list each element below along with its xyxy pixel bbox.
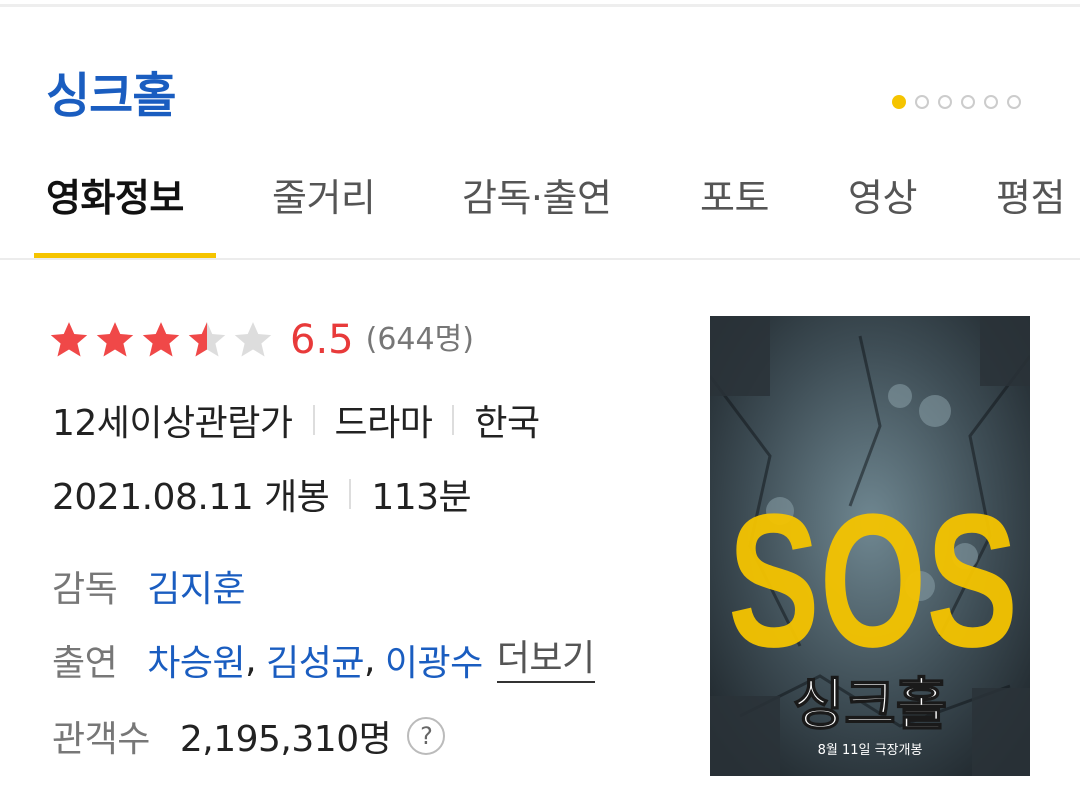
movie-poster[interactable]: SOS 싱크홀 8월 11일 극장개봉 [710,316,1030,776]
carousel-dot[interactable] [1007,95,1021,109]
cast-link[interactable]: 이광수 [385,634,483,686]
carousel-indicator [892,95,1021,109]
director-link[interactable]: 김지훈 [147,560,245,612]
carousel-dot[interactable] [938,95,952,109]
top-divider [0,4,1080,7]
director-row: 감독 김지훈 [52,558,246,614]
separator [349,479,352,509]
tab-cast[interactable]: 감독·출연 [462,168,612,228]
star-full-icon [50,322,88,357]
more-link[interactable]: 더보기 [496,637,595,683]
info-row-release: 2021.08.11 개봉 113분 [52,466,472,522]
movie-title: 싱크홀 [46,68,176,124]
audience-label: 관객수 [52,719,150,760]
star-rating [48,319,274,361]
rating-count: (644명) [365,322,474,357]
runtime: 113분 [371,477,472,518]
star-half-icon [188,322,226,357]
star-full-icon [96,322,134,357]
tab-plot[interactable]: 줄거리 [272,168,376,228]
star-empty-icon [234,322,272,357]
separator [312,405,315,435]
tabs-divider [0,258,1080,260]
cast-link[interactable]: 차승원 [147,634,245,686]
tab-video[interactable]: 영상 [848,168,917,228]
cast-link[interactable]: 김성균 [266,634,364,686]
director-label: 감독 [52,569,118,610]
comma: , [363,639,375,681]
carousel-dot-active[interactable] [892,95,906,109]
poster-title-text: 싱크홀 [793,673,948,738]
audience-count: 2,195,310명 [179,719,392,760]
carousel-dot[interactable] [915,95,929,109]
country: 한국 [474,403,540,444]
genre: 드라마 [334,403,433,444]
rating-score: 6.5 [290,317,354,363]
cast-label: 출연 [52,643,118,684]
age-rating: 12세이상관람가 [52,403,293,444]
release-date: 2021.08.11 개봉 [52,477,330,518]
tab-reviews[interactable]: 평점 [996,168,1065,228]
rating-row: 6.5 (644명) [48,312,474,368]
separator [452,405,455,435]
tab-bar: 영화정보 줄거리 감독·출연 포토 영상 평점 [0,150,1080,260]
carousel-dot[interactable] [961,95,975,109]
tab-movie-info[interactable]: 영화정보 [46,168,184,228]
info-row-classification: 12세이상관람가 드라마 한국 [52,392,540,448]
poster-release-caption: 8월 11일 극장개봉 [818,743,923,758]
tab-photo[interactable]: 포토 [700,168,769,228]
cast-row: 출연 차승원, 김성균, 이광수 더보기 [52,632,595,688]
audience-row: 관객수 2,195,310명 ? [52,708,446,764]
carousel-dot[interactable] [984,95,998,109]
poster-sos-text: SOS [728,475,1018,687]
help-icon[interactable]: ? [407,717,446,755]
comma: , [245,639,257,681]
star-full-icon [142,322,180,357]
